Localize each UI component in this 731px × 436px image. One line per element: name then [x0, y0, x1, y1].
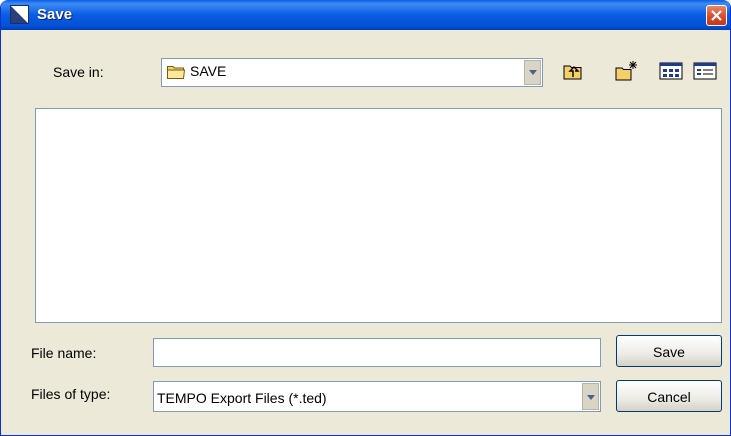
files-of-type-dropdown[interactable]: TEMPO Export Files (*.ted) [153, 381, 601, 412]
save-in-value: SAVE [190, 63, 227, 79]
view-menu-icon [659, 62, 717, 80]
up-one-level-icon [563, 65, 582, 80]
new-folder-icon [615, 61, 637, 81]
file-name-label: File name: [31, 345, 97, 361]
window-title: Save [37, 6, 73, 23]
save-in-dropdown[interactable]: SAVE [161, 58, 543, 87]
files-of-type-dropdown-arrow[interactable] [582, 383, 599, 410]
cancel-button[interactable]: Cancel [616, 380, 722, 412]
save-in-dropdown-arrow[interactable] [524, 60, 541, 85]
close-button[interactable] [706, 5, 727, 26]
close-icon [711, 10, 722, 21]
file-list[interactable] [35, 108, 722, 323]
save-button[interactable]: Save [616, 335, 722, 367]
view-menu-button[interactable] [659, 60, 719, 82]
folder-icon [167, 66, 185, 79]
files-of-type-value: TEMPO Export Files (*.ted) [157, 390, 327, 406]
chevron-down-icon [587, 395, 595, 400]
files-of-type-label: Files of type: [31, 386, 111, 402]
new-folder-button[interactable] [615, 60, 637, 82]
save-in-label: Save in: [53, 64, 104, 80]
chevron-down-icon [529, 70, 537, 75]
app-icon [10, 5, 29, 24]
file-name-input[interactable] [153, 338, 601, 367]
save-dialog: Save Save in: SAVE File name: Files of t… [0, 0, 731, 436]
up-one-level-button[interactable] [562, 60, 584, 82]
title-bar[interactable]: Save [1, 0, 730, 30]
